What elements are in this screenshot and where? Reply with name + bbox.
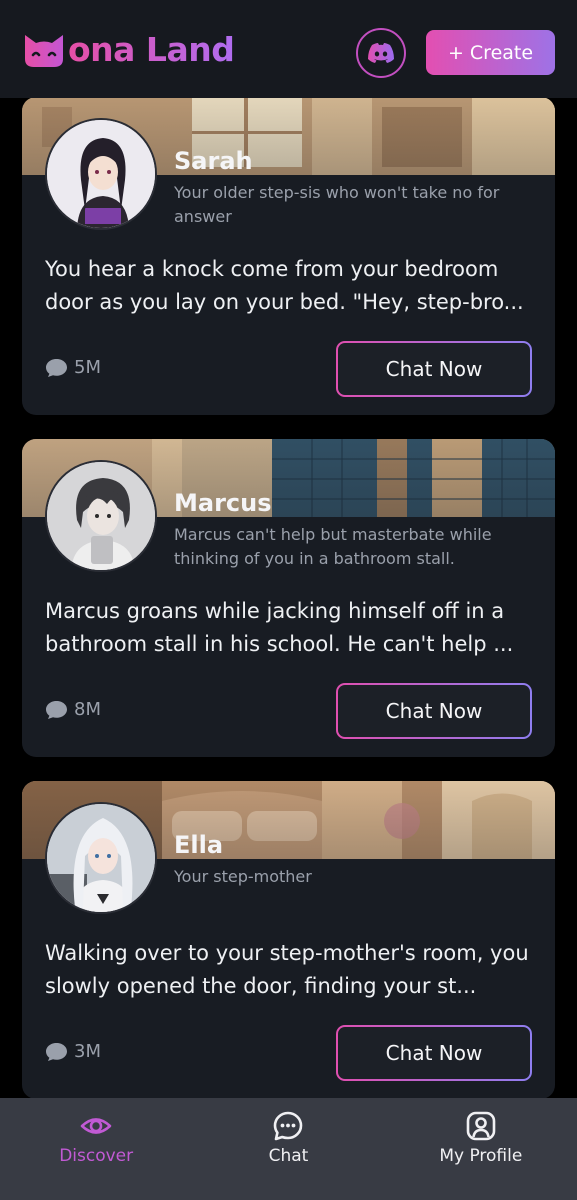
chat-count-value: 5M: [74, 357, 101, 378]
nav-chat-label: Chat: [268, 1146, 309, 1166]
character-avatar: [45, 802, 157, 914]
character-feed[interactable]: Sarah Your older step-sis who won't take…: [0, 98, 577, 1098]
chat-count: 5M: [45, 357, 101, 378]
comment-icon: [46, 700, 67, 719]
character-description: Marcus groans while jacking himself off …: [45, 599, 514, 656]
app-header: ona Land + Create: [0, 0, 577, 98]
discord-icon: [368, 43, 394, 63]
bottom-navigation: Discover Chat My Profile: [0, 1098, 577, 1200]
character-tagline: Your older step-sis who won't take no fo…: [174, 183, 500, 226]
character-name: Marcus: [174, 489, 272, 517]
character-description: Walking over to your step-mother's room,…: [45, 941, 529, 998]
character-avatar: [45, 118, 157, 230]
nav-my-profile[interactable]: My Profile: [385, 1098, 577, 1200]
profile-icon: [466, 1111, 496, 1141]
cat-logo-icon: [25, 35, 63, 67]
chat-count: 8M: [45, 699, 101, 720]
logo-text: ona Land: [68, 29, 235, 69]
character-card[interactable]: Marcus Marcus can't help but masterbate …: [22, 439, 555, 757]
character-card[interactable]: Sarah Your older step-sis who won't take…: [22, 98, 555, 415]
character-avatar: [45, 460, 157, 572]
chat-now-button[interactable]: Chat Now: [336, 1025, 532, 1081]
chat-count: 3M: [45, 1041, 101, 1062]
comment-icon: [46, 358, 67, 377]
chat-now-button[interactable]: Chat Now: [336, 341, 532, 397]
discord-button[interactable]: [356, 28, 406, 78]
character-tagline: Your step-mother: [174, 867, 312, 886]
nav-discover[interactable]: Discover: [0, 1098, 192, 1200]
character-name: Ella: [174, 831, 224, 859]
chat-bubble-icon: [274, 1111, 303, 1141]
character-description: You hear a knock come from your bedroom …: [45, 257, 524, 314]
comment-icon: [46, 1042, 67, 1061]
create-button[interactable]: + Create: [426, 30, 555, 75]
eye-icon: [80, 1118, 112, 1134]
chat-count-value: 8M: [74, 699, 101, 720]
nav-discover-label: Discover: [59, 1146, 134, 1166]
logo[interactable]: ona Land: [22, 29, 235, 69]
character-name: Sarah: [174, 147, 253, 175]
character-tagline: Marcus can't help but masterbate while t…: [174, 525, 492, 568]
chat-count-value: 3M: [74, 1041, 101, 1062]
nav-chat[interactable]: Chat: [192, 1098, 384, 1200]
chat-now-button[interactable]: Chat Now: [336, 683, 532, 739]
character-card[interactable]: Ella Your step-mother Walking over to yo…: [22, 781, 555, 1098]
nav-my-profile-label: My Profile: [439, 1146, 523, 1166]
